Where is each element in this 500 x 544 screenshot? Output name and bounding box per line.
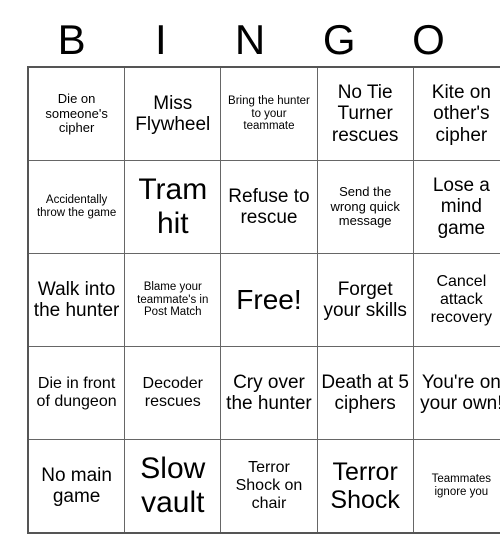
bingo-grid: Die on someone's cipher Miss Flywheel Br… [27,66,500,534]
bingo-cell[interactable]: Miss Flywheel [124,66,222,161]
bingo-cell[interactable]: Walk into the hunter [27,253,126,347]
bingo-cell[interactable]: Accidentally throw the game [27,160,126,254]
bingo-row: Walk into the hunter Blame your teammate… [27,253,500,347]
bingo-cell[interactable]: Forget your skills [316,253,414,347]
bingo-cell[interactable]: Blame your teammate's in Post Match [124,253,222,347]
bingo-row: No main game Slow vault Terror Shock on … [27,439,500,534]
bingo-cell[interactable]: Send the wrong quick message [316,160,414,254]
bingo-cell[interactable]: Terror Shock on chair [220,439,318,534]
bingo-cell[interactable]: Kite on other's cipher [412,66,500,161]
bingo-cell[interactable]: Cry over the hunter [220,346,318,440]
bingo-cell[interactable]: Cancel attack recovery [412,253,500,347]
bingo-cell[interactable]: Refuse to rescue [220,160,318,254]
bingo-row: Accidentally throw the game Tram hit Ref… [27,160,500,254]
bingo-cell[interactable]: Teammates ignore you [412,439,500,534]
bingo-row: Die on someone's cipher Miss Flywheel Br… [27,66,500,161]
bingo-cell[interactable]: Death at 5 ciphers [316,346,414,440]
bingo-cell[interactable]: You're on your own! [412,346,500,440]
bingo-cell[interactable]: Decoder rescues [124,346,222,440]
bingo-cell-free[interactable]: Free! [220,253,318,347]
bingo-header: B I N G O [27,14,473,66]
bingo-card: B I N G O Die on someone's cipher Miss F… [27,14,500,534]
bingo-cell[interactable]: Lose a mind game [412,160,500,254]
header-letter-i: I [154,16,167,63]
header-letter-b: B [57,16,86,63]
bingo-cell[interactable]: Tram hit [124,160,222,254]
bingo-cell[interactable]: Slow vault [124,439,222,534]
bingo-cell[interactable]: Die on someone's cipher [27,66,126,161]
bingo-cell[interactable]: Bring the hunter to your teammate [220,66,318,161]
header-letter-o: O [412,16,445,63]
header-letter-n: N [234,16,266,63]
bingo-cell[interactable]: Die in front of dungeon [27,346,126,440]
bingo-cell[interactable]: Terror Shock [316,439,414,534]
bingo-cell[interactable]: No main game [27,439,126,534]
bingo-row: Die in front of dungeon Decoder rescues … [27,346,500,440]
bingo-cell[interactable]: No Tie Turner rescues [316,66,414,161]
header-letter-g: G [322,16,356,63]
